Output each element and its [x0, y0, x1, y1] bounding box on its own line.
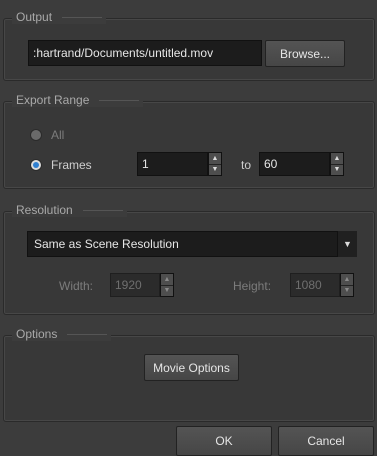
export-range-title-text: Export Range	[16, 93, 90, 107]
up-arrow-icon: ▲	[343, 275, 351, 283]
height-field: 1080	[290, 273, 340, 297]
frames-radio[interactable]	[30, 159, 42, 171]
frames-to-field[interactable]: 60	[259, 152, 330, 176]
options-title-text: Options	[16, 327, 58, 341]
frames-to-spinner[interactable]: ▲ ▼	[330, 152, 344, 176]
up-arrow-icon: ▲	[163, 275, 171, 283]
options-group-title: Options	[12, 327, 112, 341]
resolution-group: Resolution Same as Scene Resolution ▼ Wi…	[3, 203, 375, 315]
frames-radio-label: Frames	[51, 158, 92, 172]
down-arrow-icon: ▼	[341, 284, 353, 297]
resolution-dropdown[interactable]: Same as Scene Resolution	[27, 231, 357, 257]
width-label: Width:	[59, 279, 94, 293]
export-range-group: Export Range All Frames 1 ▲ ▼ to 60 ▲ ▼	[3, 93, 375, 189]
frames-from-field[interactable]: 1	[137, 152, 208, 176]
up-arrow-icon[interactable]: ▲	[331, 153, 343, 164]
height-spinner: ▲ ▼	[340, 273, 354, 297]
frames-from-spinner[interactable]: ▲ ▼	[208, 152, 222, 176]
up-arrow-icon[interactable]: ▲	[209, 153, 221, 164]
export-range-group-title: Export Range	[12, 93, 144, 107]
output-group: Output :hartrand/Documents/untitled.mov …	[3, 10, 375, 81]
output-path-field[interactable]: :hartrand/Documents/untitled.mov	[28, 40, 262, 66]
export-movie-dialog: Output :hartrand/Documents/untitled.mov …	[0, 0, 377, 456]
all-radio-label: All	[51, 128, 65, 142]
movie-options-button[interactable]: Movie Options	[144, 354, 239, 381]
output-group-title: Output	[12, 10, 107, 24]
height-label: Height:	[233, 279, 272, 293]
down-arrow-icon[interactable]: ▼	[209, 163, 221, 176]
down-arrow-icon: ▼	[161, 284, 173, 297]
output-title-text: Output	[16, 10, 53, 24]
chevron-down-icon[interactable]: ▼	[337, 231, 357, 257]
down-arrow-icon[interactable]: ▼	[331, 163, 343, 176]
width-field: 1920	[110, 273, 160, 297]
width-spinner: ▲ ▼	[160, 273, 174, 297]
cancel-button[interactable]: Cancel	[278, 426, 374, 456]
browse-button[interactable]: Browse...	[265, 40, 345, 67]
all-radio[interactable]	[30, 129, 42, 141]
resolution-group-title: Resolution	[12, 203, 127, 217]
options-group: Options Movie Options	[3, 327, 375, 422]
resolution-selected-value: Same as Scene Resolution	[34, 237, 179, 251]
resolution-title-text: Resolution	[16, 203, 73, 217]
ok-button[interactable]: OK	[176, 426, 272, 456]
to-label: to	[241, 158, 252, 172]
